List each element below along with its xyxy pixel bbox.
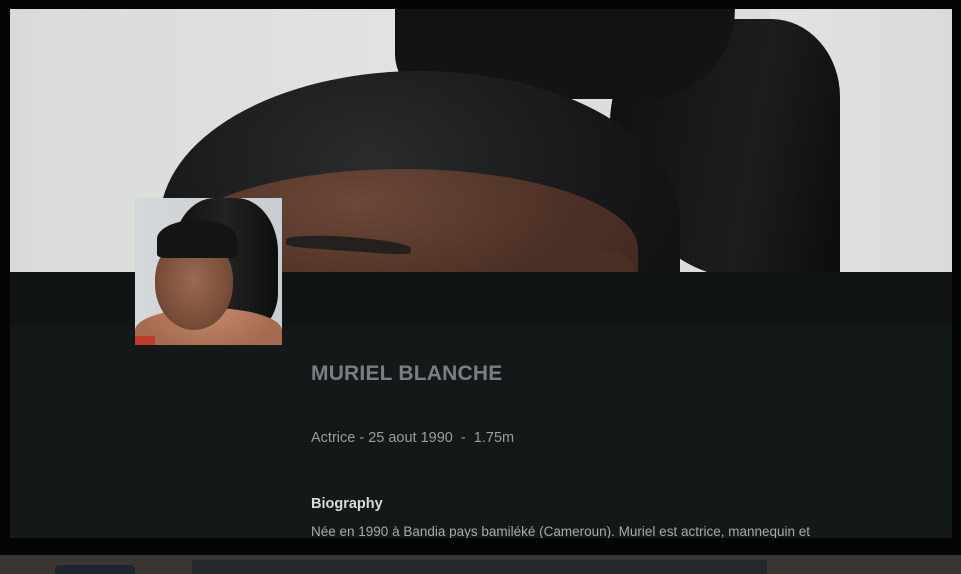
biography-text: Née en 1990 à Bandia pays bamiléké (Came… <box>311 524 811 539</box>
tv-screen <box>10 9 952 538</box>
desk-area <box>0 553 961 574</box>
tv-bezel-bottom <box>0 538 961 555</box>
biography-heading: Biography <box>311 496 383 512</box>
tv-stand <box>192 560 767 574</box>
person-name: MURIEL BLANCHE <box>311 362 503 385</box>
person-meta: Actrice - 25 aout 1990 - 1.75m <box>311 430 515 446</box>
profile-thumbnail[interactable] <box>135 198 282 345</box>
background-object <box>55 565 135 574</box>
